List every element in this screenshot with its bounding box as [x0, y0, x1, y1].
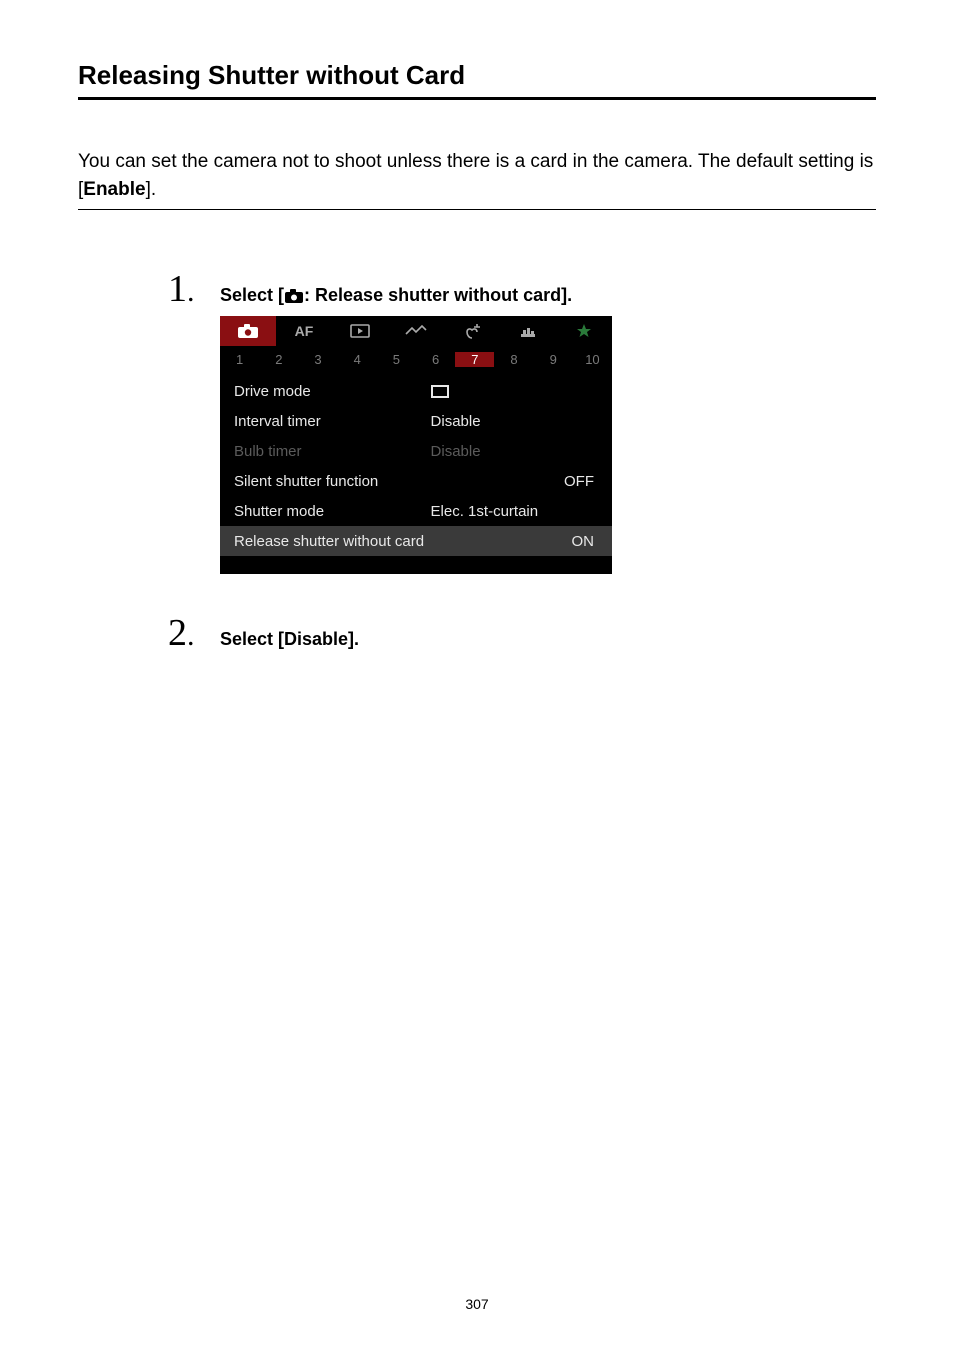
menu-page-6[interactable]: 6: [416, 352, 455, 367]
tab-af[interactable]: AF: [276, 316, 332, 346]
tab-network[interactable]: [388, 316, 444, 346]
menu-page-8[interactable]: 8: [494, 352, 533, 367]
intro-suffix: ].: [146, 179, 157, 200]
step-2-digit: 2: [168, 612, 187, 654]
menu-value: ON: [525, 533, 598, 550]
intro-bold: Enable: [83, 179, 145, 200]
step-1-label-suffix: : Release shutter without card].: [304, 285, 572, 306]
menu-value: Elec. 1st-curtain: [431, 503, 598, 520]
menu-page-7[interactable]: 7: [455, 352, 494, 367]
intro-rule: [78, 209, 876, 210]
menu-label: Drive mode: [234, 383, 431, 400]
menu-label: Silent shutter function: [234, 473, 474, 490]
step-2-number: 2.: [168, 614, 220, 652]
camera-icon: [284, 288, 304, 304]
page-title: Releasing Shutter without Card: [78, 60, 876, 91]
intro-prefix: You can set the camera not to shoot unle…: [78, 151, 873, 200]
menu-row-shutter-mode[interactable]: Shutter mode Elec. 1st-curtain: [220, 496, 612, 526]
single-shot-icon: [431, 385, 598, 398]
menu-page-5[interactable]: 5: [377, 352, 416, 367]
step-2-dot: .: [187, 619, 195, 652]
step-1-digit: 1: [168, 268, 187, 310]
tab-setup[interactable]: [444, 316, 500, 346]
menu-label: Bulb timer: [234, 443, 431, 460]
intro-text: You can set the camera not to shoot unle…: [78, 148, 876, 203]
step-2-label: Select [Disable].: [220, 629, 876, 650]
menu-page-4[interactable]: 4: [338, 352, 377, 367]
menu-value: OFF: [474, 473, 598, 490]
tab-mymenu[interactable]: [556, 316, 612, 346]
menu-row-bulb-timer: Bulb timer Disable: [220, 436, 612, 466]
menu-tabs: AF: [220, 316, 612, 346]
menu-row-interval-timer[interactable]: Interval timer Disable: [220, 406, 612, 436]
camera-menu-screenshot: AF: [220, 316, 612, 574]
menu-page-9[interactable]: 9: [534, 352, 573, 367]
step-1-label-prefix: Select [: [220, 285, 284, 306]
menu-page-1[interactable]: 1: [220, 352, 259, 367]
tab-shoot[interactable]: [220, 316, 276, 346]
title-rule: [78, 97, 876, 100]
menu-items: Drive mode Interval timer Disable Bulb t…: [220, 372, 612, 574]
menu-label: Shutter mode: [234, 503, 431, 520]
menu-page-3[interactable]: 3: [298, 352, 337, 367]
menu-row-silent-shutter[interactable]: Silent shutter function OFF: [220, 466, 612, 496]
menu-label: Release shutter without card: [234, 533, 525, 550]
menu-page-numbers: 1 2 3 4 5 6 7 8 9 10: [220, 346, 612, 372]
menu-page-10[interactable]: 10: [573, 352, 612, 367]
tab-playback[interactable]: [332, 316, 388, 346]
step-1-label: Select [ : Release shutter without card]…: [220, 285, 876, 306]
step-1: 1. Select [ : Release shutter without ca…: [168, 270, 876, 574]
page-number: 307: [0, 1296, 954, 1312]
menu-value: Disable: [431, 413, 598, 430]
menu-label: Interval timer: [234, 413, 431, 430]
step-1-number: 1.: [168, 270, 220, 308]
tab-custom[interactable]: [500, 316, 556, 346]
menu-row-drive-mode[interactable]: Drive mode: [220, 376, 612, 406]
step-2: 2. Select [Disable].: [168, 614, 876, 652]
menu-row-release-without-card[interactable]: Release shutter without card ON: [220, 526, 612, 556]
menu-page-2[interactable]: 2: [259, 352, 298, 367]
menu-value: Disable: [431, 443, 598, 460]
step-1-dot: .: [187, 275, 195, 308]
